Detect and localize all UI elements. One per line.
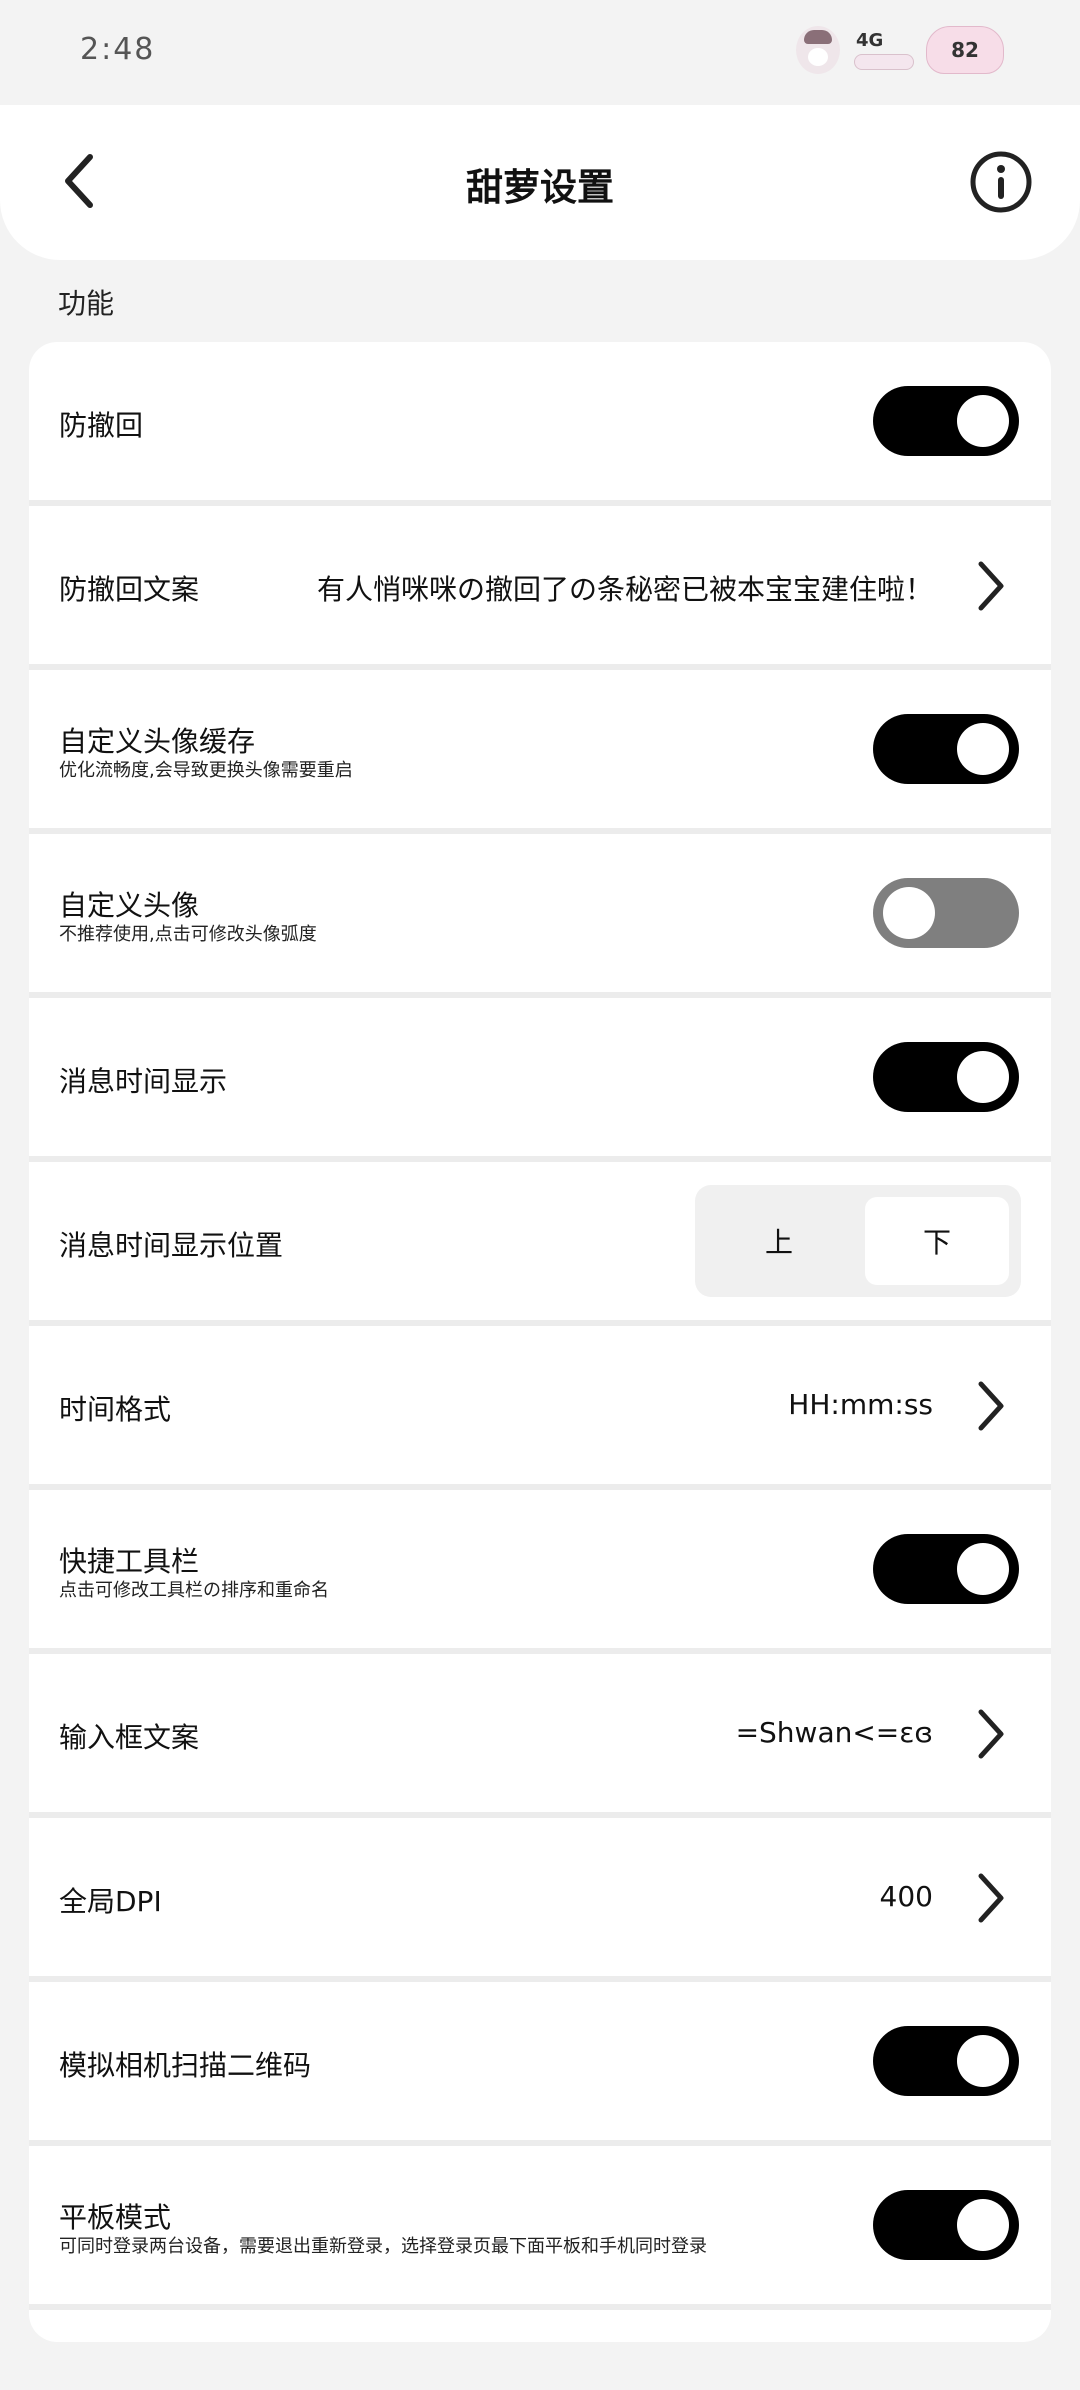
setting-subtitle: 优化流畅度,会导致更换头像需要重启	[59, 760, 353, 781]
custom-avatar-toggle[interactable]	[873, 878, 1019, 948]
setting-anti-recall-text[interactable]: 防撤回文案 有人悄咪咪の撤回了の条秘密已被本宝宝建住啦！	[29, 506, 1051, 664]
setting-avatar-cache: 自定义头像缓存 优化流畅度,会导致更换头像需要重启	[29, 670, 1051, 828]
setting-title: 防撤回	[59, 409, 144, 442]
setting-title: 时间格式	[59, 1393, 172, 1426]
setting-quick-toolbar: 快捷工具栏 点击可修改工具栏の排序和重命名	[29, 1490, 1051, 1648]
network-type: 4G	[856, 30, 884, 51]
camera-qr-toggle[interactable]	[873, 2026, 1019, 2096]
battery-icon: 82	[926, 26, 1004, 74]
toggle-knob	[883, 887, 935, 939]
page-title: 甜萝设置	[466, 166, 614, 209]
msg-time-display-toggle[interactable]	[873, 1042, 1019, 1112]
setting-title: 输入框文案	[59, 1721, 200, 1754]
setting-title: 快捷工具栏	[59, 1545, 200, 1578]
setting-camera-qr: 模拟相机扫描二维码	[29, 1982, 1051, 2140]
info-button[interactable]	[968, 149, 1034, 215]
setting-value: 400	[879, 1880, 933, 1913]
setting-title: 自定义头像	[59, 889, 200, 922]
setting-title: 平板模式	[59, 2201, 172, 2234]
status-bar: 2:48 4G 82	[0, 0, 1080, 105]
setting-subtitle: 可同时登录两台设备，需要退出重新登录，选择登录页最下面平板和手机同时登录	[59, 2236, 707, 2257]
position-segmented-control: 上 下	[695, 1185, 1021, 1297]
battery-level: 82	[951, 38, 979, 62]
setting-subtitle: 不推荐使用,点击可修改头像弧度	[59, 924, 317, 945]
toggle-knob	[957, 723, 1009, 775]
anti-recall-toggle[interactable]	[873, 386, 1019, 456]
setting-value: =Shwan<=ɛɞ	[735, 1716, 933, 1749]
toggle-knob	[957, 1543, 1009, 1595]
settings-list: 防撤回 防撤回文案 有人悄咪咪の撤回了の条秘密已被本宝宝建住啦！ 自定义头像缓存…	[29, 342, 1051, 2342]
setting-title: 自定义头像缓存	[59, 725, 256, 758]
quick-toolbar-toggle[interactable]	[873, 1534, 1019, 1604]
chevron-right-icon	[969, 1376, 1013, 1436]
chevron-right-icon	[969, 1868, 1013, 1928]
section-label: 功能	[58, 287, 115, 320]
setting-title: 消息时间显示位置	[59, 1229, 284, 1262]
setting-title: 模拟相机扫描二维码	[59, 2049, 312, 2082]
avatar-sticker-icon	[796, 26, 840, 74]
avatar-cache-toggle[interactable]	[873, 714, 1019, 784]
segment-bottom[interactable]: 下	[865, 1197, 1009, 1285]
segment-top[interactable]: 上	[707, 1197, 851, 1285]
setting-time-format[interactable]: 时间格式 HH:mm:ss	[29, 1326, 1051, 1484]
setting-subtitle: 点击可修改工具栏の排序和重命名	[59, 1580, 329, 1601]
setting-anti-recall: 防撤回	[29, 342, 1051, 500]
toggle-knob	[957, 1051, 1009, 1103]
app-header: 甜萝设置	[0, 105, 1080, 260]
tablet-mode-toggle[interactable]	[873, 2190, 1019, 2260]
setting-value: 有人悄咪咪の撤回了の条秘密已被本宝宝建住啦！	[316, 573, 933, 606]
toggle-knob	[957, 2199, 1009, 2251]
setting-msg-time-display: 消息时间显示	[29, 998, 1051, 1156]
info-icon	[970, 151, 1032, 213]
chevron-right-icon	[969, 556, 1013, 616]
setting-value: HH:mm:ss	[788, 1388, 933, 1421]
network-icon: 4G	[852, 26, 914, 74]
setting-title: 防撤回文案	[59, 573, 200, 606]
toggle-knob	[957, 395, 1009, 447]
setting-global-dpi[interactable]: 全局DPI 400	[29, 1818, 1051, 1976]
setting-next-partial	[29, 2310, 1051, 2342]
setting-msg-time-position: 消息时间显示位置 上 下	[29, 1162, 1051, 1320]
setting-tablet-mode: 平板模式 可同时登录两台设备，需要退出重新登录，选择登录页最下面平板和手机同时登…	[29, 2146, 1051, 2304]
chevron-right-icon	[969, 1704, 1013, 1764]
setting-input-box-text[interactable]: 输入框文案 =Shwan<=ɛɞ	[29, 1654, 1051, 1812]
toggle-knob	[957, 2035, 1009, 2087]
status-icons: 4G 82	[796, 26, 1004, 74]
setting-custom-avatar: 自定义头像 不推荐使用,点击可修改头像弧度	[29, 834, 1051, 992]
status-time: 2:48	[80, 32, 156, 67]
setting-title: 全局DPI	[59, 1885, 162, 1918]
setting-title: 消息时间显示	[59, 1065, 228, 1098]
